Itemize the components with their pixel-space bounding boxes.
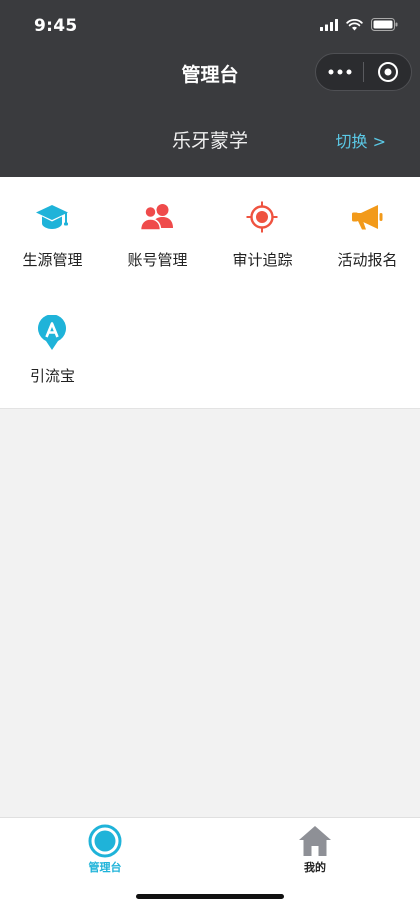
graduation-cap-icon (34, 199, 70, 235)
status-bar: 9:45 (0, 0, 420, 50)
battery-icon (371, 18, 398, 31)
ring-icon (88, 824, 122, 858)
grid-item-audit[interactable]: 审计追踪 (210, 177, 315, 277)
more-dots-icon (328, 69, 351, 75)
home-indicator (136, 894, 284, 899)
grid-item-account[interactable]: 账号管理 (105, 177, 210, 277)
wifi-icon (346, 18, 363, 30)
users-icon (139, 199, 175, 235)
megaphone-icon (349, 199, 385, 235)
grid-item-student-source[interactable]: 生源管理 (0, 177, 105, 277)
tab-dashboard[interactable]: 管理台 (0, 818, 210, 888)
status-icons (320, 18, 398, 31)
function-grid: 生源管理 账号管理 审计追踪 活动报名 引流宝 (0, 177, 420, 409)
target-icon (244, 199, 280, 235)
signal-icon (320, 18, 338, 31)
grid-item-label: 账号管理 (127, 251, 188, 269)
miniprogram-capsule (315, 53, 412, 91)
close-button[interactable] (364, 54, 411, 90)
target-close-icon (377, 62, 398, 82)
tab-label: 管理台 (88, 861, 122, 874)
grid-item-label: 活动报名 (337, 251, 398, 269)
tab-label: 我的 (304, 861, 326, 874)
tab-mine[interactable]: 我的 (210, 818, 420, 888)
header: 9:45 管理台 乐牙蒙学 切换 > (0, 0, 420, 177)
home-icon (299, 826, 331, 856)
grid-item-label: 生源管理 (22, 251, 83, 269)
status-time: 9:45 (34, 16, 78, 36)
grid-item-event-signup[interactable]: 活动报名 (315, 177, 420, 277)
grid-item-label: 引流宝 (29, 367, 75, 385)
more-button[interactable] (316, 54, 363, 90)
grid-item-lead-tool[interactable]: 引流宝 (0, 293, 105, 393)
switch-school-link[interactable]: 切换 > (336, 128, 387, 152)
grid-item-label: 审计追踪 (232, 251, 293, 269)
location-pin-a-icon (34, 315, 70, 351)
